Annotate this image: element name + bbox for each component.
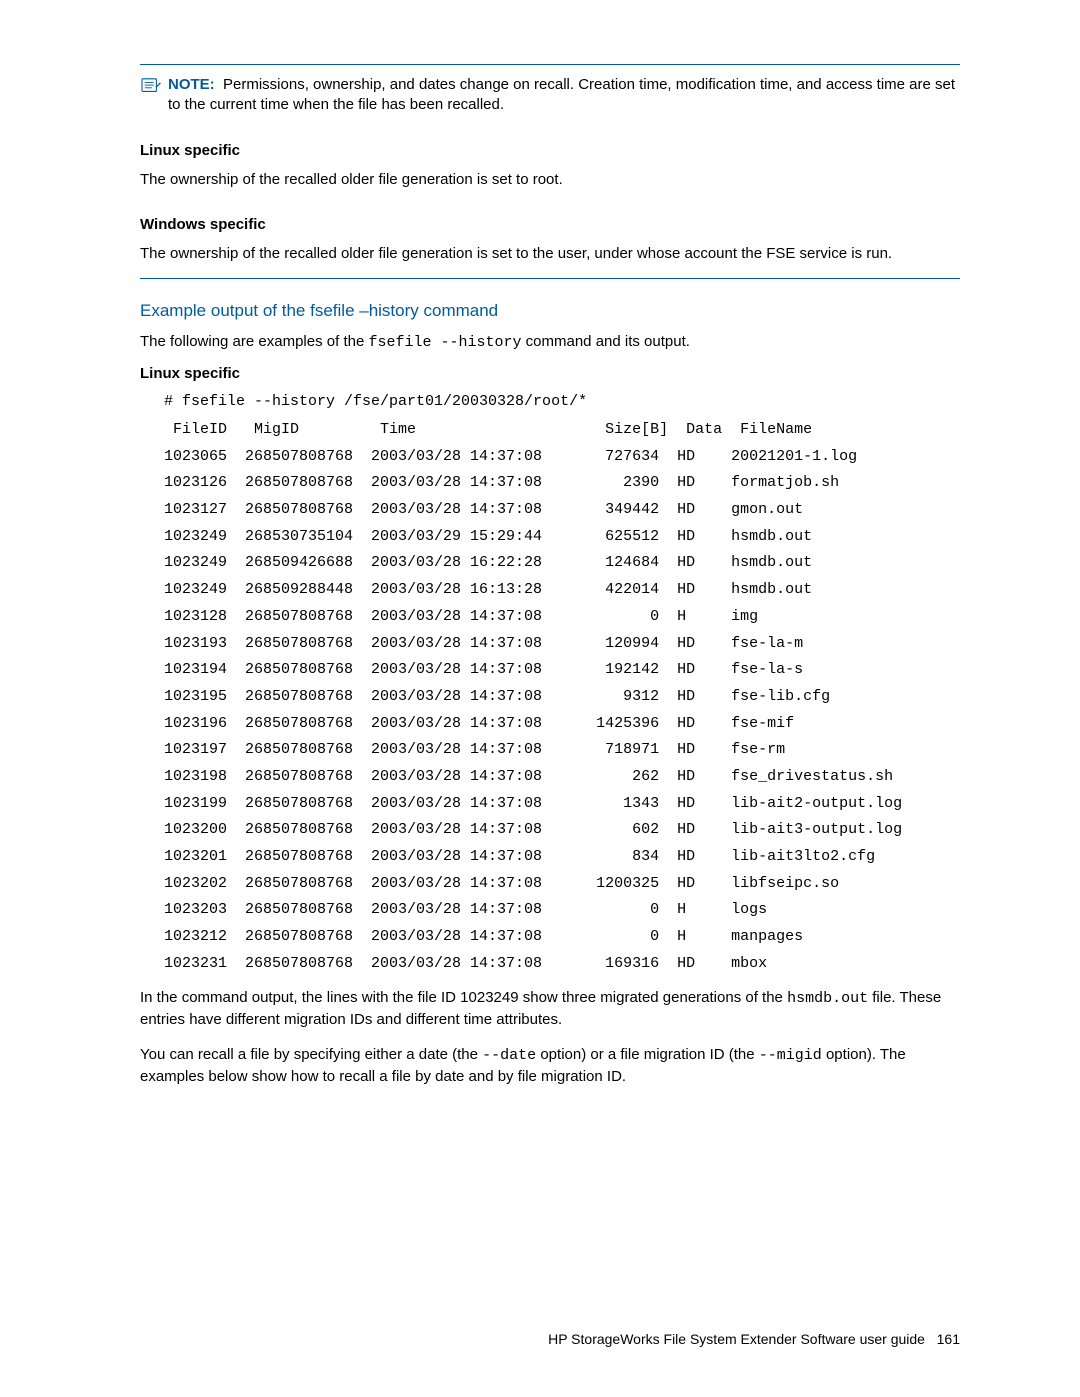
note-text: Permissions, ownership, and dates change… [168,76,955,113]
intro-post: command and its output. [522,333,690,350]
footer-page: 161 [937,1331,960,1347]
note-icon [140,77,162,95]
intro-pre: The following are examples of the [140,333,368,350]
divider-bottom [140,278,960,279]
windows-specific-text: The ownership of the recalled older file… [140,243,960,264]
divider-top [140,64,960,65]
intro-code: fsefile --history [368,334,521,351]
after-para-1: In the command output, the lines with th… [140,987,960,1030]
linux-specific-text-1: The ownership of the recalled older file… [140,169,960,190]
linux-specific-heading-1: Linux specific [140,142,960,159]
footer-title: HP StorageWorks File System Extender Sof… [548,1331,925,1347]
intro-para: The following are examples of the fsefil… [140,331,960,353]
after-para-2: You can recall a file by specifying eith… [140,1044,960,1087]
command-line: # fsefile --history /fse/part01/20030328… [164,392,960,412]
example-output-heading: Example output of the fsefile –history c… [140,301,960,321]
page-footer: HP StorageWorks File System Extender Sof… [548,1331,960,1347]
note-block: NOTE: Permissions, ownership, and dates … [140,75,960,116]
history-output-table: FileID MigID Time Size[B] Data FileName … [164,417,960,977]
linux-specific-heading-2: Linux specific [140,365,960,382]
note-label: NOTE: [168,76,215,93]
windows-specific-heading: Windows specific [140,216,960,233]
